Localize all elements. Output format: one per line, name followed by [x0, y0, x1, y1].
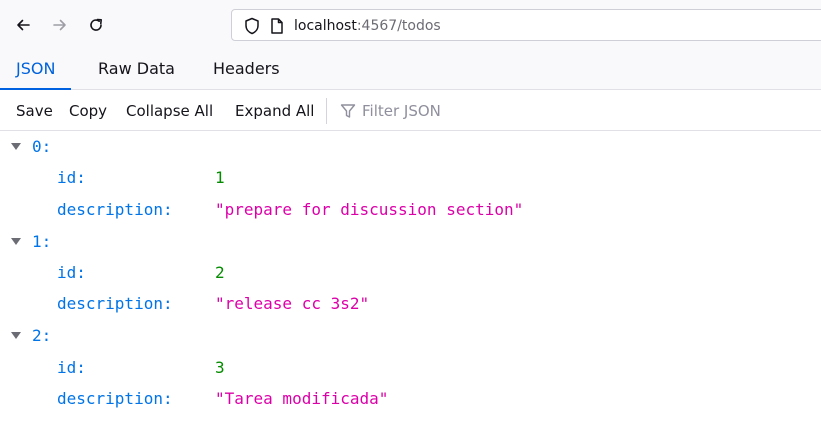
json-number-value: 1 [215, 168, 225, 187]
tab-headers[interactable]: Headers [197, 50, 296, 90]
browser-toolbar: localhost:4567/todos [0, 0, 821, 50]
json-key: id: [57, 168, 86, 187]
json-tree: 0: id: 1 description: "prepare for discu… [0, 131, 821, 444]
url-path: :4567/todos [356, 18, 441, 34]
shield-icon[interactable] [244, 17, 260, 35]
collapse-all-button[interactable]: Collapse All [126, 100, 213, 122]
expand-toggle-icon[interactable] [11, 238, 21, 245]
toolbar-divider [326, 98, 327, 124]
copy-button[interactable]: Copy [69, 100, 107, 122]
tab-json[interactable]: JSON [0, 50, 72, 90]
tree-row-id[interactable]: id: 2 [0, 257, 821, 288]
json-key: description: [57, 294, 173, 313]
filter-box[interactable] [340, 100, 562, 122]
json-number-value: 3 [215, 358, 225, 377]
reload-button[interactable] [82, 10, 110, 40]
json-toolbar: Save Copy Collapse All Expand All [0, 90, 821, 131]
array-index: 0: [32, 137, 52, 156]
save-button[interactable]: Save [16, 100, 53, 122]
back-arrow-icon [17, 19, 30, 31]
address-bar[interactable]: localhost:4567/todos [231, 9, 821, 41]
tree-row-item-0[interactable]: 0: [0, 131, 821, 162]
json-key: id: [57, 358, 86, 377]
json-string-value: "Tarea modificada" [215, 389, 389, 408]
filter-json-input[interactable] [362, 102, 562, 120]
tree-row-id[interactable]: id: 1 [0, 162, 821, 193]
reload-icon [90, 18, 102, 31]
expand-toggle-icon[interactable] [11, 332, 21, 339]
tab-raw-data[interactable]: Raw Data [82, 50, 191, 90]
expand-toggle-icon[interactable] [11, 143, 21, 150]
array-index: 1: [32, 232, 52, 251]
viewer-tabs: JSON Raw Data Headers [0, 50, 821, 90]
tree-row-description[interactable]: description: "prepare for discussion sec… [0, 194, 821, 225]
json-key: id: [57, 263, 86, 282]
tree-row-description[interactable]: description: "release cc 3s2" [0, 288, 821, 319]
tree-row-id[interactable]: id: 3 [0, 352, 821, 383]
tree-row-item-2[interactable]: 2: [0, 320, 821, 351]
expand-all-button[interactable]: Expand All [235, 100, 314, 122]
forward-button[interactable] [46, 10, 74, 40]
filter-icon [340, 104, 356, 118]
array-index: 2: [32, 326, 52, 345]
tree-row-description[interactable]: description: "Tarea modificada" [0, 383, 821, 414]
url-text[interactable]: localhost:4567/todos [294, 17, 441, 35]
json-key: description: [57, 389, 173, 408]
json-string-value: "prepare for discussion section" [215, 200, 524, 219]
tree-row-item-1[interactable]: 1: [0, 226, 821, 257]
json-string-value: "release cc 3s2" [215, 294, 370, 313]
json-key: description: [57, 200, 173, 219]
back-button[interactable] [9, 10, 37, 40]
url-host: localhost [294, 18, 357, 34]
json-number-value: 2 [215, 263, 225, 282]
page-icon[interactable] [270, 17, 284, 35]
forward-arrow-icon [53, 19, 66, 31]
